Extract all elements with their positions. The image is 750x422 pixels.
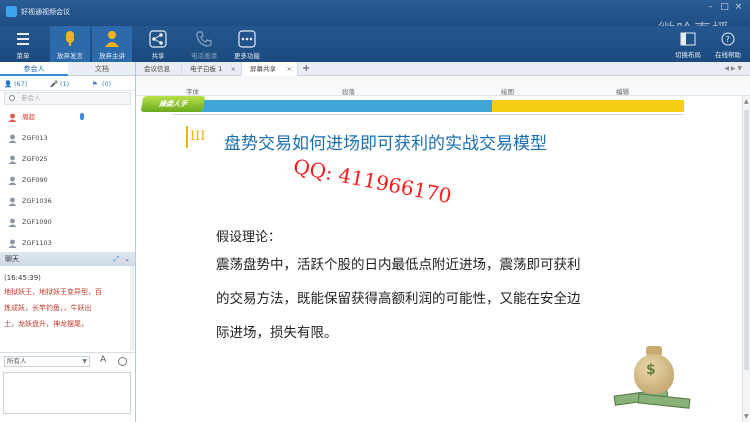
list-item[interactable]: ZGF1103	[0, 233, 134, 253]
hamburger-icon	[13, 30, 33, 48]
more-icon	[237, 30, 257, 48]
chat-timestamp: (16:45:39)	[4, 274, 41, 282]
maximize-icon[interactable]: □	[719, 2, 730, 13]
list-item[interactable]: ZGF1090	[0, 212, 134, 232]
window-title: 好视通视频会议	[21, 8, 70, 16]
close-icon[interactable]: ×	[733, 2, 744, 13]
hypothesis-heading: 假设理论：	[216, 230, 282, 245]
body-line: 的交易方法，既能保留获得高额利润的可能性，又能在安全边	[216, 291, 581, 307]
tab-meeting-info[interactable]: 会议信息	[136, 62, 182, 76]
menu-button[interactable]: 菜单	[4, 26, 42, 62]
expand-icon[interactable]: ⤢	[113, 252, 119, 266]
list-item[interactable]: ZGF090	[0, 170, 134, 190]
left-panel: 参会人 文档 👤 (67) 🎤 (1) ⚑ (0) 参会人 周超 ZGF013 …	[0, 62, 136, 422]
add-tab-icon[interactable]: +	[302, 62, 310, 76]
chat-line: 土，龙妖盘升，神龙摆尾，	[4, 320, 88, 328]
microphone-icon	[60, 30, 80, 48]
slide-scrollbar[interactable]: ▲ ▼	[742, 96, 750, 422]
list-item[interactable]: ZGF1036	[0, 191, 134, 211]
share-icon	[148, 30, 168, 48]
switch-layout-button[interactable]: 切换布局	[670, 26, 706, 62]
user-host-icon	[8, 113, 17, 122]
chat-header: 聊天 ⤢ ⌄	[0, 252, 135, 266]
svg-text:?: ?	[726, 35, 730, 44]
phone-invite-button[interactable]: 电话邀请	[184, 26, 224, 62]
more-functions-button[interactable]: 更多功能	[228, 26, 266, 62]
list-item[interactable]: ZGF013	[0, 128, 134, 148]
scroll-up-icon[interactable]: ▲	[744, 98, 749, 105]
layout-icon	[680, 32, 696, 46]
user-icon	[8, 155, 17, 164]
phone-icon	[194, 30, 214, 48]
scroll-down-icon[interactable]: ▼	[744, 413, 749, 420]
search-icon	[9, 95, 15, 101]
attendee-list: 周超 ZGF013 ZGF025 ZGF090 ZGF1036 ZGF1090 …	[0, 105, 135, 251]
shared-slide: 操盘人手 III 盘势交易如何进场即可获利的实战交易模型 QQ: 4119661…	[136, 96, 742, 422]
close-icon[interactable]: ×	[231, 62, 236, 76]
user-icon	[8, 134, 17, 143]
give-up-host-button[interactable]: 放弃主讲	[92, 26, 132, 62]
money-bag-icon: $	[608, 332, 694, 412]
close-icon[interactable]: ×	[287, 62, 292, 76]
section-bar	[186, 126, 188, 148]
user-icon	[8, 218, 17, 227]
slide-logo-badge: 操盘人手	[140, 96, 206, 112]
tab-scroll-arrows[interactable]: ◀ ▶ ▼	[724, 62, 742, 76]
presenter-icon	[102, 30, 122, 48]
body-line: 震荡盘势中，活跃个股的日内最低点附近进场，震荡即可获利	[216, 257, 581, 273]
attendee-count: (67)	[14, 80, 28, 88]
app-logo-icon	[6, 6, 17, 17]
user-icon	[8, 239, 17, 248]
list-item[interactable]: 周超	[0, 107, 134, 127]
content-tabs: 会议信息 电子白板 1 × 屏幕共享 × + ◀ ▶ ▼	[136, 62, 750, 76]
hand-flag-icon: ⚑	[92, 80, 98, 88]
slide-header-band	[172, 100, 492, 112]
qq-overlay-text: QQ: 411966170	[291, 154, 454, 209]
chat-scrollbar[interactable]	[130, 266, 135, 350]
section-number: III	[190, 129, 206, 144]
chat-input[interactable]	[3, 372, 131, 414]
tab-attendees[interactable]: 参会人	[0, 62, 68, 76]
user-icon	[8, 176, 17, 185]
emoji-icon[interactable]	[118, 357, 127, 366]
font-style-icon[interactable]: A	[100, 355, 106, 365]
chevron-down-icon: ▼	[82, 358, 87, 365]
chat-messages: (16:45:39) 地狱妖王，地狱妖王变异型，百 炼成妖，长竿钓鱼，，牛妖出 …	[0, 266, 135, 350]
slide-title: 盘势交易如何进场即可获利的实战交易模型	[224, 134, 547, 154]
speaker-count-icon: 🎤	[50, 80, 59, 88]
content-panel: 会议信息 电子白板 1 × 屏幕共享 × + ◀ ▶ ▼ 字体 段落 绘图 编辑…	[136, 62, 750, 422]
attendee-counts: 👤 (67) 🎤 (1) ⚑ (0)	[0, 76, 135, 91]
give-up-speaking-button[interactable]: 放弃发言	[50, 26, 90, 62]
tab-screen-share[interactable]: 屏幕共享 ×	[242, 62, 298, 76]
slide-body: 震荡盘势中，活跃个股的日内最低点附近进场，震荡即可获利 的交易方法，既能保留获得…	[216, 248, 626, 350]
minimize-icon[interactable]: –	[705, 2, 716, 13]
share-button[interactable]: 共享	[140, 26, 176, 62]
chat-line: 炼成妖，长竿钓鱼，，牛妖出	[4, 304, 92, 312]
speaker-count: (1)	[60, 80, 70, 88]
hand-count: (0)	[102, 80, 112, 88]
chat-line: 地狱妖王，地狱妖王变异型，百	[4, 288, 102, 296]
chevron-down-icon[interactable]: ⌄	[124, 252, 130, 266]
left-tabs: 参会人 文档	[0, 62, 135, 76]
main-toolbar: 菜单 放弃发言 放弃主讲 共享 电话邀请 更多功能 切换布局 ? 在线帮助	[0, 26, 750, 62]
title-bar: 好视通视频会议 – □ × 微哈直播	[0, 0, 750, 41]
slide-divider	[172, 114, 684, 115]
online-help-button[interactable]: ? 在线帮助	[710, 26, 746, 62]
list-item[interactable]: ZGF025	[0, 149, 134, 169]
attendee-count-icon: 👤	[4, 80, 13, 88]
microphone-icon	[80, 113, 84, 120]
recipient-select[interactable]: 所有人 ▼	[4, 356, 90, 367]
shared-app-ribbon: 字体 段落 绘图 编辑	[136, 76, 750, 96]
help-icon: ?	[720, 32, 736, 46]
tab-whiteboard[interactable]: 电子白板 1 ×	[182, 62, 242, 76]
scroll-thumb[interactable]	[744, 110, 749, 370]
chat-controls: 所有人 ▼ A	[0, 352, 135, 368]
body-line: 际进场，损失有限。	[216, 325, 338, 341]
user-icon	[8, 197, 17, 206]
tab-documents[interactable]: 文档	[68, 62, 136, 76]
attendee-search-input[interactable]: 参会人	[4, 92, 131, 105]
slide-header-band-accent	[492, 100, 684, 112]
